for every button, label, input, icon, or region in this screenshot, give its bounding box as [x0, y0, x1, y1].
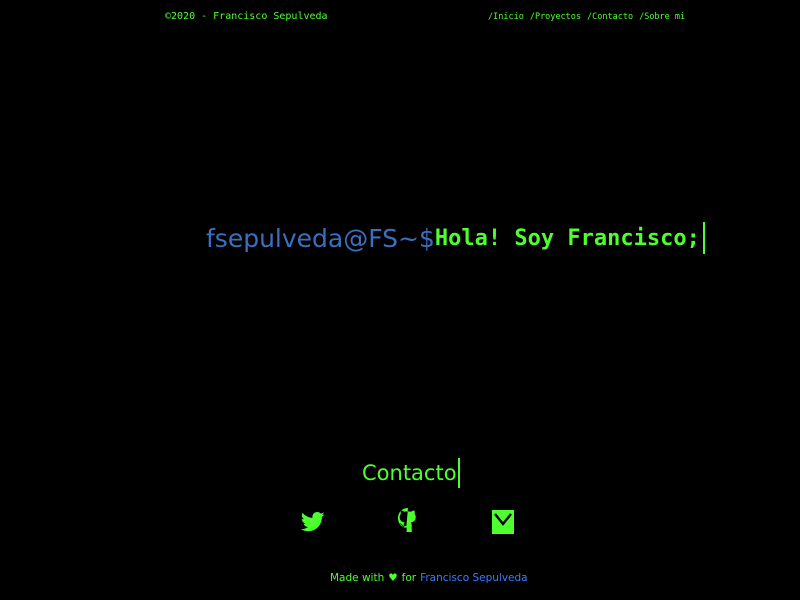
terminal-prompt: fsepulveda@FS~$	[206, 223, 435, 253]
footer-for: for	[401, 572, 417, 584]
footer-author-link[interactable]: Francisco Sepulveda	[420, 572, 528, 584]
typing-cursor	[702, 222, 705, 254]
twitter-link[interactable]	[299, 505, 327, 539]
greeting-text: Hola! Soy Francisco;	[434, 225, 700, 251]
twitter-icon	[301, 512, 325, 532]
nav-link-proyectos[interactable]: /Proyectos	[530, 12, 581, 22]
github-icon	[396, 506, 420, 538]
email-icon	[491, 509, 515, 535]
main-nav: /Inicio /Proyectos /Contacto /Sobre mi	[488, 12, 685, 22]
github-link[interactable]	[394, 505, 422, 539]
copyright-text: ©2020 - Francisco Sepulveda	[165, 11, 328, 22]
heart-icon: ♥	[388, 572, 398, 584]
terminal-line: fsepulveda@FS~$ Hola! Soy Francisco;	[206, 222, 705, 254]
email-link[interactable]	[489, 505, 517, 539]
contact-typing-cursor	[457, 458, 460, 488]
nav-link-sobre-mi[interactable]: /Sobre mi	[639, 12, 685, 22]
site-footer: Made with ♥ for Francisco Sepulveda	[330, 572, 528, 584]
nav-link-inicio[interactable]: /Inicio	[488, 12, 524, 22]
footer-made-with: Made with	[330, 572, 385, 584]
contact-section-heading: Contacto	[362, 458, 460, 488]
nav-link-contacto[interactable]: /Contacto	[587, 12, 633, 22]
contact-heading-label: Contacto	[362, 461, 457, 485]
